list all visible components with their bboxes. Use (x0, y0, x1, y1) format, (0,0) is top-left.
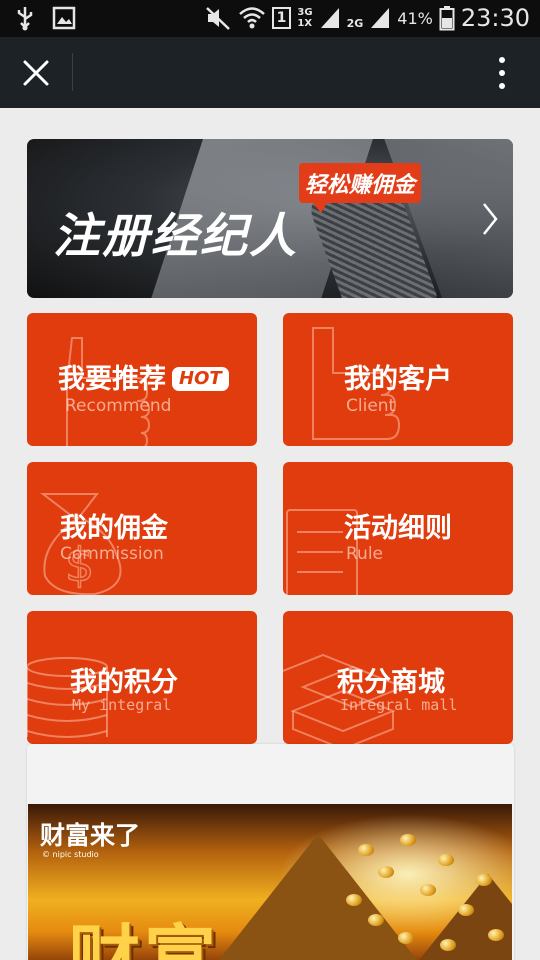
coin-icon (400, 834, 416, 846)
promo-watermark: © nipic studio (42, 850, 99, 859)
status-bar: 1 3G 1X 2G 41% 23:30 (0, 0, 540, 37)
sim-slot-indicator: 1 (271, 7, 292, 29)
network-1x-label: 1X (297, 18, 313, 29)
coin-icon (440, 939, 456, 951)
tile-title: 我的佣金 (60, 513, 168, 544)
tile-title: 我的积分 (70, 667, 178, 698)
mute-icon (205, 7, 230, 30)
tile-subtitle: Commission (60, 544, 164, 564)
close-icon (23, 60, 49, 86)
coin-icon (398, 932, 414, 944)
coin-icon (358, 844, 374, 856)
tile-title: 我的客户 (344, 364, 452, 395)
close-button[interactable] (14, 51, 58, 95)
menu-dot-icon (499, 57, 505, 63)
tile-subtitle: Rule (346, 544, 384, 564)
tile-client[interactable]: 我的客户 Client (283, 313, 513, 446)
tile-rule[interactable]: 活动细则 Rule (283, 462, 513, 595)
network-2g-label: 2G (346, 16, 364, 30)
pyramid-decoration (208, 834, 428, 960)
banner-tag: 轻松赚佣金 (299, 163, 422, 213)
register-agent-banner[interactable]: 轻松赚佣金 注册经纪人 (27, 139, 513, 298)
tile-title-line: 我要推荐 HOT (58, 357, 229, 396)
image-notification-icon (52, 6, 76, 30)
coin-icon (438, 854, 454, 866)
wealth-promo-banner[interactable]: 财富来了 © nipic studio 财富 (28, 804, 512, 960)
tile-subtitle: My integral (72, 696, 172, 714)
banner-title: 注册经纪人 (53, 209, 298, 264)
clock: 23:30 (460, 4, 530, 32)
chevron-right-icon[interactable] (479, 201, 501, 237)
promo-big-text: 财富 (68, 917, 221, 960)
wifi-icon (238, 7, 265, 29)
tile-subtitle: Client (346, 396, 396, 416)
coin-icon (378, 866, 394, 878)
tile-title: 我要推荐 (58, 364, 166, 395)
more-options-button[interactable] (492, 57, 512, 89)
tile-subtitle: Recommend (65, 396, 172, 416)
tile-subtitle: Integral mall (340, 696, 458, 714)
coin-icon (458, 904, 474, 916)
tile-title: 活动细则 (344, 513, 452, 544)
tile-title: 积分商城 (337, 667, 445, 698)
title-bar (0, 37, 540, 108)
network-type-indicator: 3G 1X (297, 7, 312, 29)
tile-commission[interactable]: $ 我的佣金 Commission (27, 462, 257, 595)
title-divider (72, 53, 73, 91)
usb-icon (17, 7, 33, 31)
coin-icon (368, 914, 384, 926)
coin-icon (420, 884, 436, 896)
promo-title: 财富来了 (40, 821, 141, 850)
menu-dot-icon (499, 70, 505, 76)
battery-icon (439, 6, 455, 31)
tile-integral-mall[interactable]: 积分商城 Integral mall (283, 611, 513, 744)
signal-strength-2-icon (371, 8, 390, 28)
coin-icon (488, 929, 504, 941)
tile-my-integral[interactable]: 我的积分 My integral (27, 611, 257, 744)
menu-dot-icon (499, 83, 505, 89)
tile-recommend[interactable]: 我要推荐 HOT Recommend (27, 313, 257, 446)
hot-badge: HOT (172, 367, 229, 391)
coin-icon (476, 874, 492, 886)
battery-percent: 41% (397, 8, 433, 28)
network-3g-label: 3G (297, 7, 313, 18)
signal-strength-icon (320, 8, 339, 28)
coin-icon (346, 894, 362, 906)
